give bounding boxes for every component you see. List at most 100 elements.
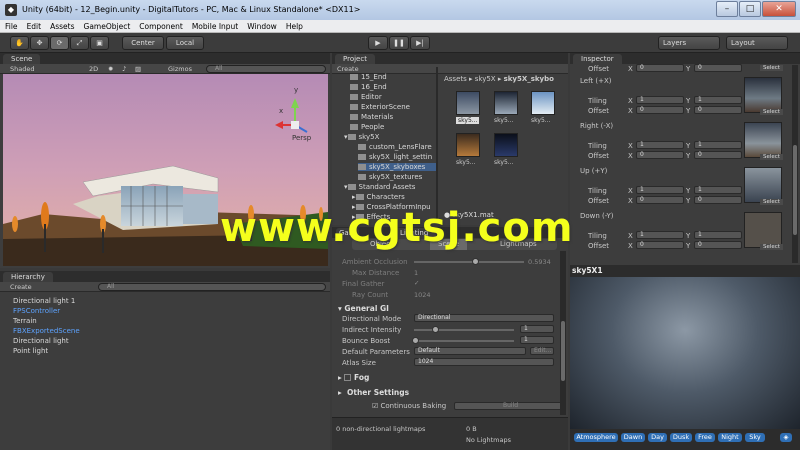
skybox-thumbnail[interactable]: [494, 133, 518, 157]
hierarchy-create-dropdown[interactable]: Create: [10, 283, 32, 291]
rotate-tool-icon[interactable]: ⟳: [50, 36, 69, 50]
texture-thumbnail[interactable]: [744, 167, 782, 203]
offset-y-field[interactable]: 0: [694, 241, 742, 249]
breadcrumb-item[interactable]: sky5X_skybo: [504, 75, 554, 83]
tiling-y-field[interactable]: 1: [694, 231, 742, 239]
offset-y-field[interactable]: 0: [694, 64, 742, 72]
project-folder-selected[interactable]: sky5X_skyboxes: [358, 163, 436, 171]
skybox-thumbnail[interactable]: [531, 91, 555, 115]
tiling-y-field[interactable]: 1: [694, 96, 742, 104]
tag-night[interactable]: Night: [718, 433, 742, 442]
tiling-y-field[interactable]: 1: [694, 141, 742, 149]
hierarchy-item[interactable]: FPSController: [13, 307, 60, 315]
close-button[interactable]: ✕: [762, 1, 796, 17]
offset-y-field[interactable]: 0: [694, 151, 742, 159]
maximize-button[interactable]: □: [739, 1, 761, 17]
tiling-x-field[interactable]: 1: [636, 186, 684, 194]
final-gather-checkbox[interactable]: ✓: [414, 279, 419, 287]
general-gi-section[interactable]: ▾ General GI: [338, 304, 389, 313]
project-folder[interactable]: People: [350, 123, 384, 131]
menu-file[interactable]: File: [0, 20, 22, 31]
default-parameters-dropdown[interactable]: Default: [414, 347, 526, 355]
hierarchy-item[interactable]: Terrain: [13, 317, 37, 325]
hierarchy-search-input[interactable]: All: [98, 283, 326, 291]
indirect-slider-knob[interactable]: [432, 326, 439, 333]
pause-icon[interactable]: ❚❚: [389, 36, 409, 50]
atlas-size-dropdown[interactable]: 1024: [414, 358, 554, 366]
other-settings-section[interactable]: ▸ Other Settings: [338, 388, 409, 397]
skybox-thumbnail[interactable]: [494, 91, 518, 115]
tag-sky[interactable]: Sky: [745, 433, 765, 442]
menu-help[interactable]: Help: [281, 20, 307, 31]
project-folder[interactable]: Editor: [350, 93, 382, 101]
texture-select-button[interactable]: Select: [760, 65, 783, 71]
offset-x-field[interactable]: 0: [636, 151, 684, 159]
project-folder[interactable]: ▸ Characters: [352, 193, 405, 201]
tag-free[interactable]: Free: [695, 433, 715, 442]
tag-atmosphere[interactable]: Atmosphere: [574, 433, 618, 442]
inspector-scrollbar-thumb[interactable]: [793, 145, 797, 235]
hierarchy-item[interactable]: Directional light: [13, 337, 69, 345]
hierarchy-item[interactable]: Point light: [13, 347, 48, 355]
texture-thumbnail[interactable]: [744, 212, 782, 248]
project-folder[interactable]: 15_End: [350, 73, 387, 81]
texture-select-button[interactable]: Select: [760, 199, 783, 205]
continuous-baking-toggle[interactable]: ☑ Continuous Baking: [372, 402, 446, 410]
ao-slider-knob[interactable]: [472, 258, 479, 265]
scale-tool-icon[interactable]: ⤢: [70, 36, 89, 50]
offset-x-field[interactable]: 0: [636, 241, 684, 249]
skybox-thumbnail[interactable]: [456, 133, 480, 157]
menu-gameobject[interactable]: GameObject: [79, 20, 135, 31]
skybox-thumbnail[interactable]: [456, 91, 480, 115]
offset-x-field[interactable]: 0: [636, 64, 684, 72]
light-toggle-icon[interactable]: ✹: [108, 65, 113, 73]
layout-dropdown[interactable]: Layout: [726, 36, 788, 50]
directional-mode-dropdown[interactable]: Directional: [414, 314, 554, 322]
project-folder[interactable]: 16_End: [350, 83, 387, 91]
persp-label[interactable]: Persp: [292, 134, 311, 142]
edit-parameters-button[interactable]: Edit...: [530, 347, 554, 355]
effects-toggle-icon[interactable]: ▨: [135, 65, 141, 73]
project-folder[interactable]: ExteriorScene: [350, 103, 410, 111]
tag-icon[interactable]: ◈: [780, 433, 792, 442]
tag-dusk[interactable]: Dusk: [670, 433, 692, 442]
pivot-center-button[interactable]: Center: [122, 36, 164, 50]
bounce-slider-track[interactable]: [414, 340, 514, 342]
gizmos-dropdown[interactable]: Gizmos: [168, 65, 192, 73]
tab-scene[interactable]: Scene: [3, 54, 41, 64]
project-create-dropdown[interactable]: Create: [337, 65, 359, 73]
indirect-intensity-field[interactable]: 1: [520, 325, 554, 333]
bounce-boost-field[interactable]: 1: [520, 336, 554, 344]
texture-select-button[interactable]: Select: [760, 244, 783, 250]
max-distance-value[interactable]: 1: [414, 269, 418, 277]
inspector-scrollbar[interactable]: [792, 65, 798, 263]
tiling-y-field[interactable]: 1: [694, 186, 742, 194]
pivot-local-button[interactable]: Local: [166, 36, 204, 50]
offset-y-field[interactable]: 0: [694, 106, 742, 114]
fog-section[interactable]: ▸ Fog: [338, 373, 369, 382]
tiling-x-field[interactable]: 1: [636, 231, 684, 239]
ao-slider-track[interactable]: [414, 261, 524, 263]
hierarchy-item[interactable]: FBXExportedScene: [13, 327, 80, 335]
tag-dawn[interactable]: Dawn: [621, 433, 645, 442]
lighting-scrollbar[interactable]: [560, 251, 566, 415]
lighting-scrollbar-thumb[interactable]: [561, 321, 565, 381]
project-folder[interactable]: ▾ sky5X: [344, 133, 379, 141]
menu-assets[interactable]: Assets: [45, 20, 78, 31]
breadcrumb-item[interactable]: Assets: [444, 75, 467, 83]
texture-select-button[interactable]: Select: [760, 154, 783, 160]
texture-thumbnail[interactable]: [744, 77, 782, 113]
menu-mobile-input[interactable]: Mobile Input: [187, 20, 242, 31]
hand-tool-icon[interactable]: ✋: [10, 36, 29, 50]
step-icon[interactable]: ▶|: [410, 36, 430, 50]
shading-dropdown[interactable]: Shaded: [10, 65, 34, 73]
bounce-slider-knob[interactable]: [412, 337, 419, 344]
project-folder[interactable]: ▾ Standard Assets: [344, 183, 415, 191]
offset-x-field[interactable]: 0: [636, 106, 684, 114]
minimize-button[interactable]: –: [716, 1, 738, 17]
tab-inspector[interactable]: Inspector: [573, 54, 622, 64]
hierarchy-item[interactable]: Directional light 1: [13, 297, 75, 305]
layers-dropdown[interactable]: Layers: [658, 36, 720, 50]
project-folder[interactable]: sky5X_light_settin: [358, 153, 432, 161]
project-folder[interactable]: Materials: [350, 113, 393, 121]
